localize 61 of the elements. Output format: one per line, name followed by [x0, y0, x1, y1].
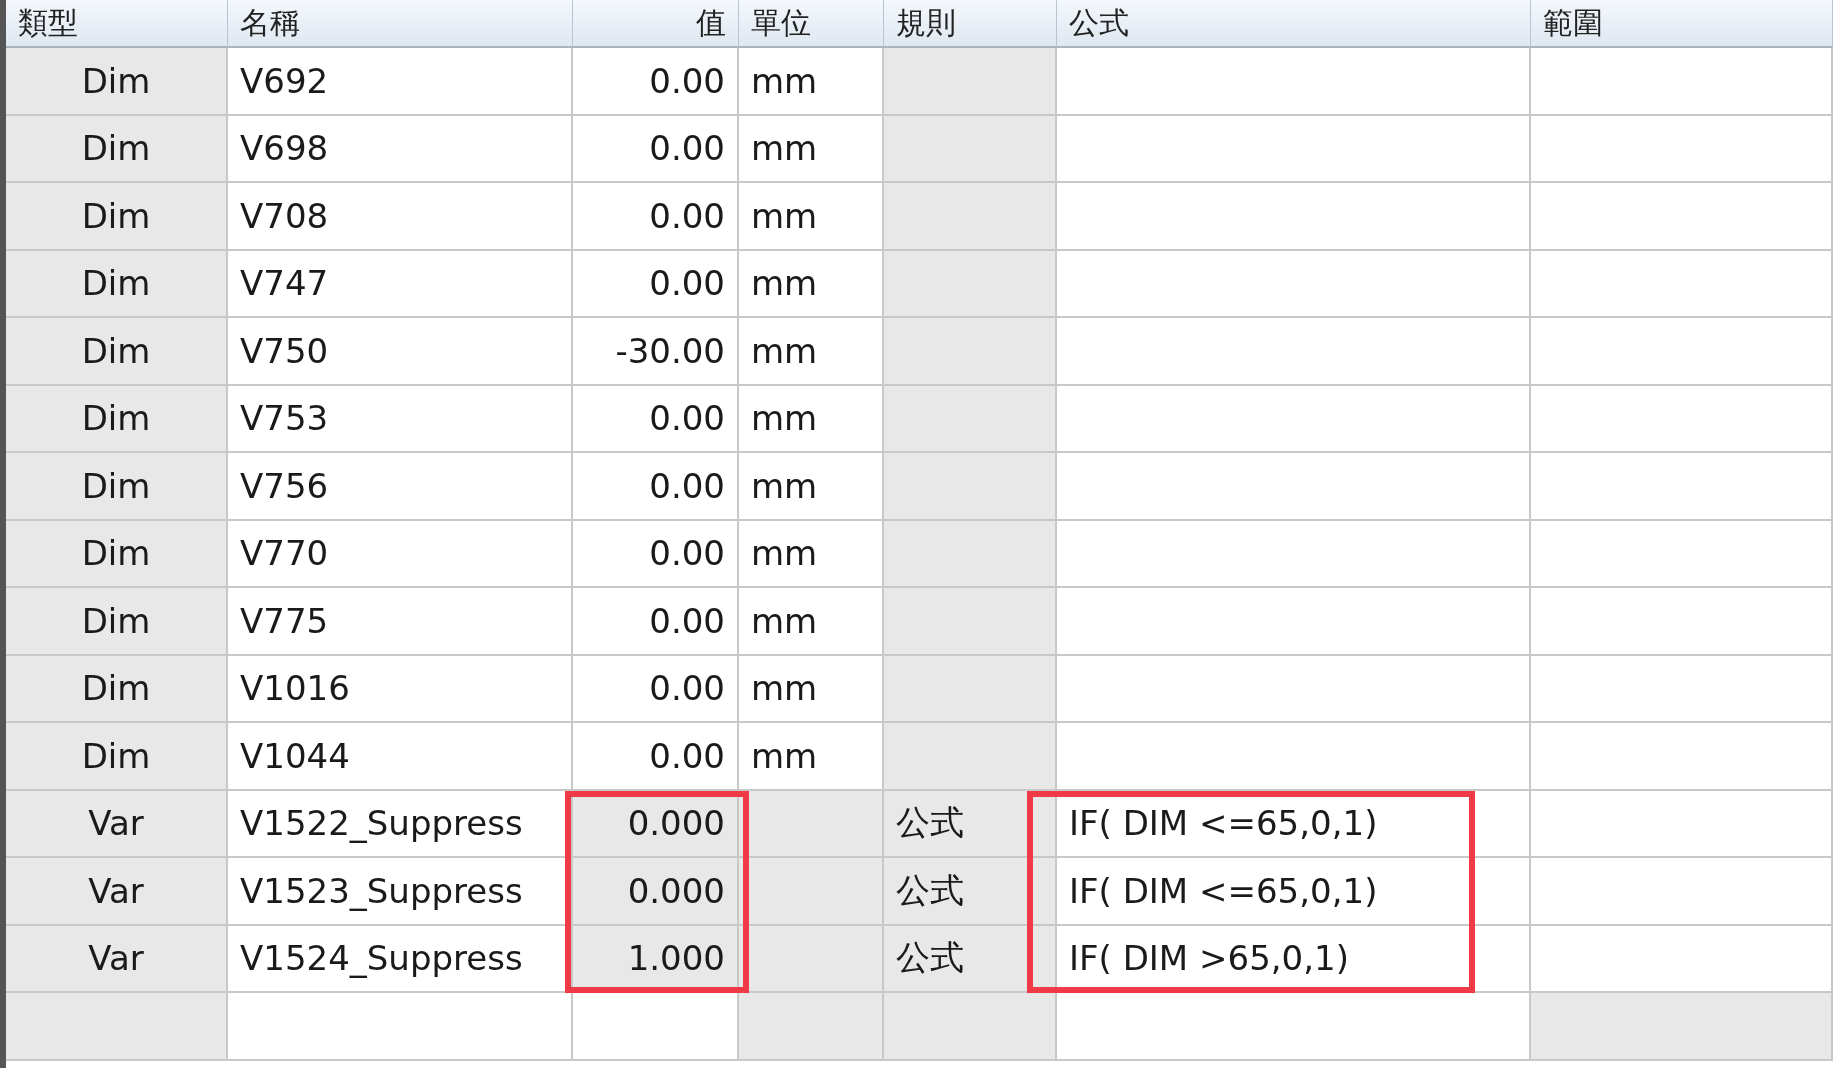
type-cell: Dim: [6, 115, 228, 183]
value-cell: 0.00: [573, 520, 739, 588]
column-header[interactable]: 規則: [884, 0, 1057, 48]
unit-cell: mm: [739, 520, 884, 588]
type-cell: Dim: [6, 723, 228, 791]
value-cell: 0.00: [573, 115, 739, 183]
unit-cell: mm: [739, 115, 884, 183]
column-header[interactable]: 值: [573, 0, 739, 48]
type-cell: Dim: [6, 183, 228, 251]
unit-cell: mm: [739, 588, 884, 656]
column-header[interactable]: 名稱: [228, 0, 573, 48]
value-cell: 0.00: [573, 453, 739, 521]
name-cell: V756: [228, 453, 573, 521]
type-cell: Dim: [6, 453, 228, 521]
value-cell: 0.00: [573, 588, 739, 656]
name-cell: V698: [228, 115, 573, 183]
type-cell: Dim: [6, 48, 228, 116]
value-cell: 0.00: [573, 723, 739, 791]
name-cell: V692: [228, 48, 573, 116]
type-cell: Var: [6, 925, 228, 993]
name-cell: V753: [228, 385, 573, 453]
rule-cell: 公式: [884, 858, 1057, 926]
type-cell: Dim: [6, 588, 228, 656]
name-cell: V708: [228, 183, 573, 251]
rule-cell: 公式: [884, 925, 1057, 993]
value-cell: 0.00: [573, 385, 739, 453]
unit-cell: mm: [739, 250, 884, 318]
name-cell: V770: [228, 520, 573, 588]
type-cell: Dim: [6, 250, 228, 318]
type-cell: Dim: [6, 655, 228, 723]
unit-cell: mm: [739, 723, 884, 791]
column-header[interactable]: 範圍: [1531, 0, 1833, 48]
name-cell: V775: [228, 588, 573, 656]
name-cell: V1523_Suppress: [228, 858, 573, 926]
unit-cell: mm: [739, 453, 884, 521]
unit-cell: mm: [739, 655, 884, 723]
column-header[interactable]: 公式: [1057, 0, 1531, 48]
type-cell: Var: [6, 858, 228, 926]
value-cell: -30.00: [573, 318, 739, 386]
value-cell: 0.00: [573, 183, 739, 251]
column-header[interactable]: 單位: [739, 0, 884, 48]
unit-cell: mm: [739, 48, 884, 116]
type-cell: Dim: [6, 318, 228, 386]
name-cell: V1016: [228, 655, 573, 723]
value-cell: 0.00: [573, 250, 739, 318]
formula-cell: IF( DIM <=65,0,1): [1057, 858, 1531, 926]
value-cell: 0.000: [573, 858, 739, 926]
name-cell: V1524_Suppress: [228, 925, 573, 993]
unit-cell: mm: [739, 385, 884, 453]
name-cell: V747: [228, 250, 573, 318]
type-cell: Var: [6, 790, 228, 858]
type-cell: Dim: [6, 520, 228, 588]
value-cell: 0.00: [573, 48, 739, 116]
name-cell: V1044: [228, 723, 573, 791]
unit-cell: mm: [739, 183, 884, 251]
name-cell: V750: [228, 318, 573, 386]
unit-cell: mm: [739, 318, 884, 386]
type-cell: Dim: [6, 385, 228, 453]
value-cell: 0.00: [573, 655, 739, 723]
column-header[interactable]: 類型: [6, 0, 228, 48]
rule-cell: 公式: [884, 790, 1057, 858]
